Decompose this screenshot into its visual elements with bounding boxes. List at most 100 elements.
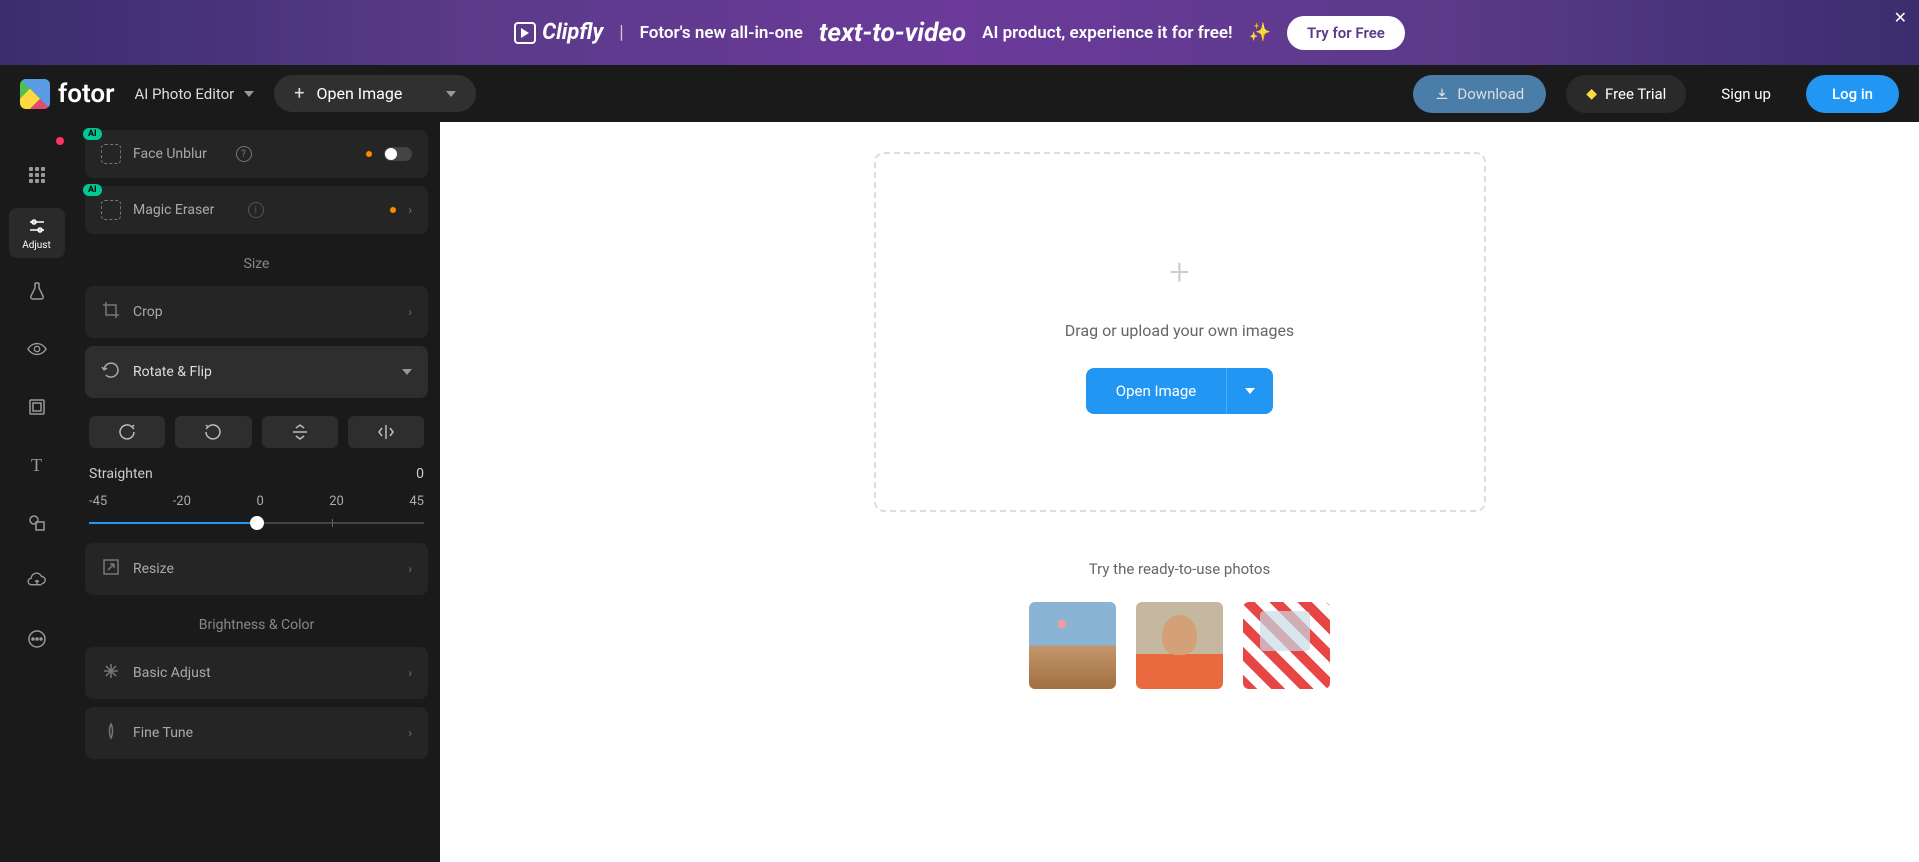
open-image-main: Open Image [1086, 368, 1273, 414]
main-layout: Adjust T AI Face Unblur ? [0, 122, 1919, 862]
fine-tune-label: Fine Tune [133, 725, 396, 741]
sample-photo-3[interactable] [1243, 602, 1330, 689]
plus-icon: + [1169, 251, 1189, 293]
clipfly-logo: Clipfly [514, 20, 603, 45]
nav-more[interactable] [9, 614, 65, 664]
sliders-icon [27, 216, 47, 236]
canvas-area: + Drag or upload your own images Open Im… [440, 122, 1919, 862]
tick-zero: 0 [256, 494, 263, 509]
fine-tune-icon [101, 721, 121, 745]
brightness-section-header: Brightness & Color [85, 603, 428, 647]
tick-m20: -20 [173, 494, 191, 509]
tick-p45: 45 [409, 494, 424, 509]
banner-highlight: text-to-video [819, 18, 966, 48]
nav-text[interactable]: T [9, 440, 65, 490]
nav-beauty[interactable] [9, 324, 65, 374]
banner-content: Clipfly | Fotor's new all-in-one text-to… [514, 16, 1405, 50]
fotor-icon [20, 79, 50, 109]
open-image-header-button[interactable]: + Open Image [274, 75, 476, 112]
signup-link[interactable]: Sign up [1706, 75, 1786, 113]
face-unblur-label: Face Unblur [133, 146, 224, 162]
flip-horizontal-button[interactable] [348, 416, 424, 448]
premium-dot-icon [390, 207, 396, 213]
clipfly-icon [514, 22, 536, 44]
tick-p20: 20 [329, 494, 344, 509]
download-label: Download [1457, 85, 1524, 103]
nav-elements[interactable] [9, 498, 65, 548]
eye-icon [27, 339, 47, 359]
rotate-ccw-button[interactable] [175, 416, 251, 448]
shapes-icon [27, 513, 47, 533]
more-icon [27, 629, 47, 649]
chevron-down-icon [446, 91, 456, 97]
crop-label: Crop [133, 304, 396, 320]
face-unblur-item[interactable]: AI Face Unblur ? [85, 130, 428, 178]
chevron-right-icon: › [408, 203, 412, 217]
basic-adjust-item[interactable]: Basic Adjust › [85, 647, 428, 699]
straighten-slider[interactable] [89, 513, 424, 533]
left-nav: Adjust T [0, 122, 73, 862]
login-button[interactable]: Log in [1806, 75, 1899, 113]
sample-photo-2[interactable] [1136, 602, 1223, 689]
help-icon[interactable]: ? [236, 146, 252, 162]
sample-photo-1[interactable] [1029, 602, 1116, 689]
nav-effects[interactable] [9, 266, 65, 316]
free-trial-button[interactable]: ◆ Free Trial [1566, 75, 1686, 113]
basic-adjust-label: Basic Adjust [133, 665, 396, 681]
nav-adjust[interactable]: Adjust [9, 208, 65, 258]
cloud-upload-icon [27, 571, 47, 591]
nav-apps[interactable] [9, 150, 65, 200]
frame-icon [27, 397, 47, 417]
resize-item[interactable]: Resize › [85, 543, 428, 595]
fotor-logo[interactable]: fotor [20, 79, 114, 109]
nav-cloud[interactable] [9, 556, 65, 606]
dropzone-text: Drag or upload your own images [1065, 321, 1294, 340]
crop-icon [101, 300, 121, 324]
chevron-right-icon: › [408, 562, 412, 576]
magic-eraser-label: Magic Eraser [133, 202, 236, 218]
rotate-buttons-row [85, 406, 428, 458]
nav-adjust-label: Adjust [22, 240, 51, 251]
rotate-flip-label: Rotate & Flip [133, 364, 390, 380]
open-image-button[interactable]: Open Image [1086, 368, 1226, 414]
resize-icon [101, 557, 121, 581]
sparkle-icon: ✨ [1249, 22, 1271, 43]
magic-eraser-item[interactable]: AI Magic Eraser i › [85, 186, 428, 234]
open-image-dropdown-button[interactable] [1226, 368, 1273, 414]
nav-frames[interactable] [9, 382, 65, 432]
flip-vertical-button[interactable] [262, 416, 338, 448]
app-header: fotor AI Photo Editor + Open Image Downl… [0, 65, 1919, 122]
fine-tune-item[interactable]: Fine Tune › [85, 707, 428, 759]
banner-text-after: AI product, experience it for free! [982, 23, 1232, 43]
premium-dot-icon [366, 151, 372, 157]
rotate-flip-item[interactable]: Rotate & Flip [85, 346, 428, 398]
chevron-right-icon: › [408, 305, 412, 319]
open-image-label: Open Image [316, 84, 402, 103]
banner-text-before: Fotor's new all-in-one [640, 23, 803, 43]
close-banner-button[interactable]: ✕ [1894, 8, 1907, 27]
face-unblur-icon [101, 144, 121, 164]
slider-fill [89, 522, 257, 524]
editor-mode-dropdown[interactable]: AI Photo Editor [134, 85, 254, 103]
crop-item[interactable]: Crop › [85, 286, 428, 338]
chevron-down-icon [244, 91, 254, 97]
chevron-right-icon: › [408, 666, 412, 680]
editor-mode-label: AI Photo Editor [134, 85, 234, 103]
try-for-free-button[interactable]: Try for Free [1287, 16, 1405, 50]
chevron-down-icon [402, 369, 412, 375]
info-icon[interactable]: i [248, 202, 264, 218]
notification-dot [56, 137, 64, 145]
straighten-value: 0 [416, 466, 424, 482]
basic-adjust-icon [101, 661, 121, 685]
rotate-cw-button[interactable] [89, 416, 165, 448]
download-button[interactable]: Download [1413, 75, 1546, 113]
slider-thumb[interactable] [250, 516, 264, 530]
try-text: Try the ready-to-use photos [1029, 560, 1330, 578]
face-unblur-toggle[interactable] [384, 147, 412, 161]
plus-icon: + [294, 83, 304, 104]
chevron-down-icon [1245, 388, 1255, 394]
tick-m45: -45 [89, 494, 107, 509]
ai-badge: AI [83, 128, 102, 140]
image-dropzone[interactable]: + Drag or upload your own images Open Im… [874, 152, 1486, 512]
download-icon [1435, 87, 1449, 101]
